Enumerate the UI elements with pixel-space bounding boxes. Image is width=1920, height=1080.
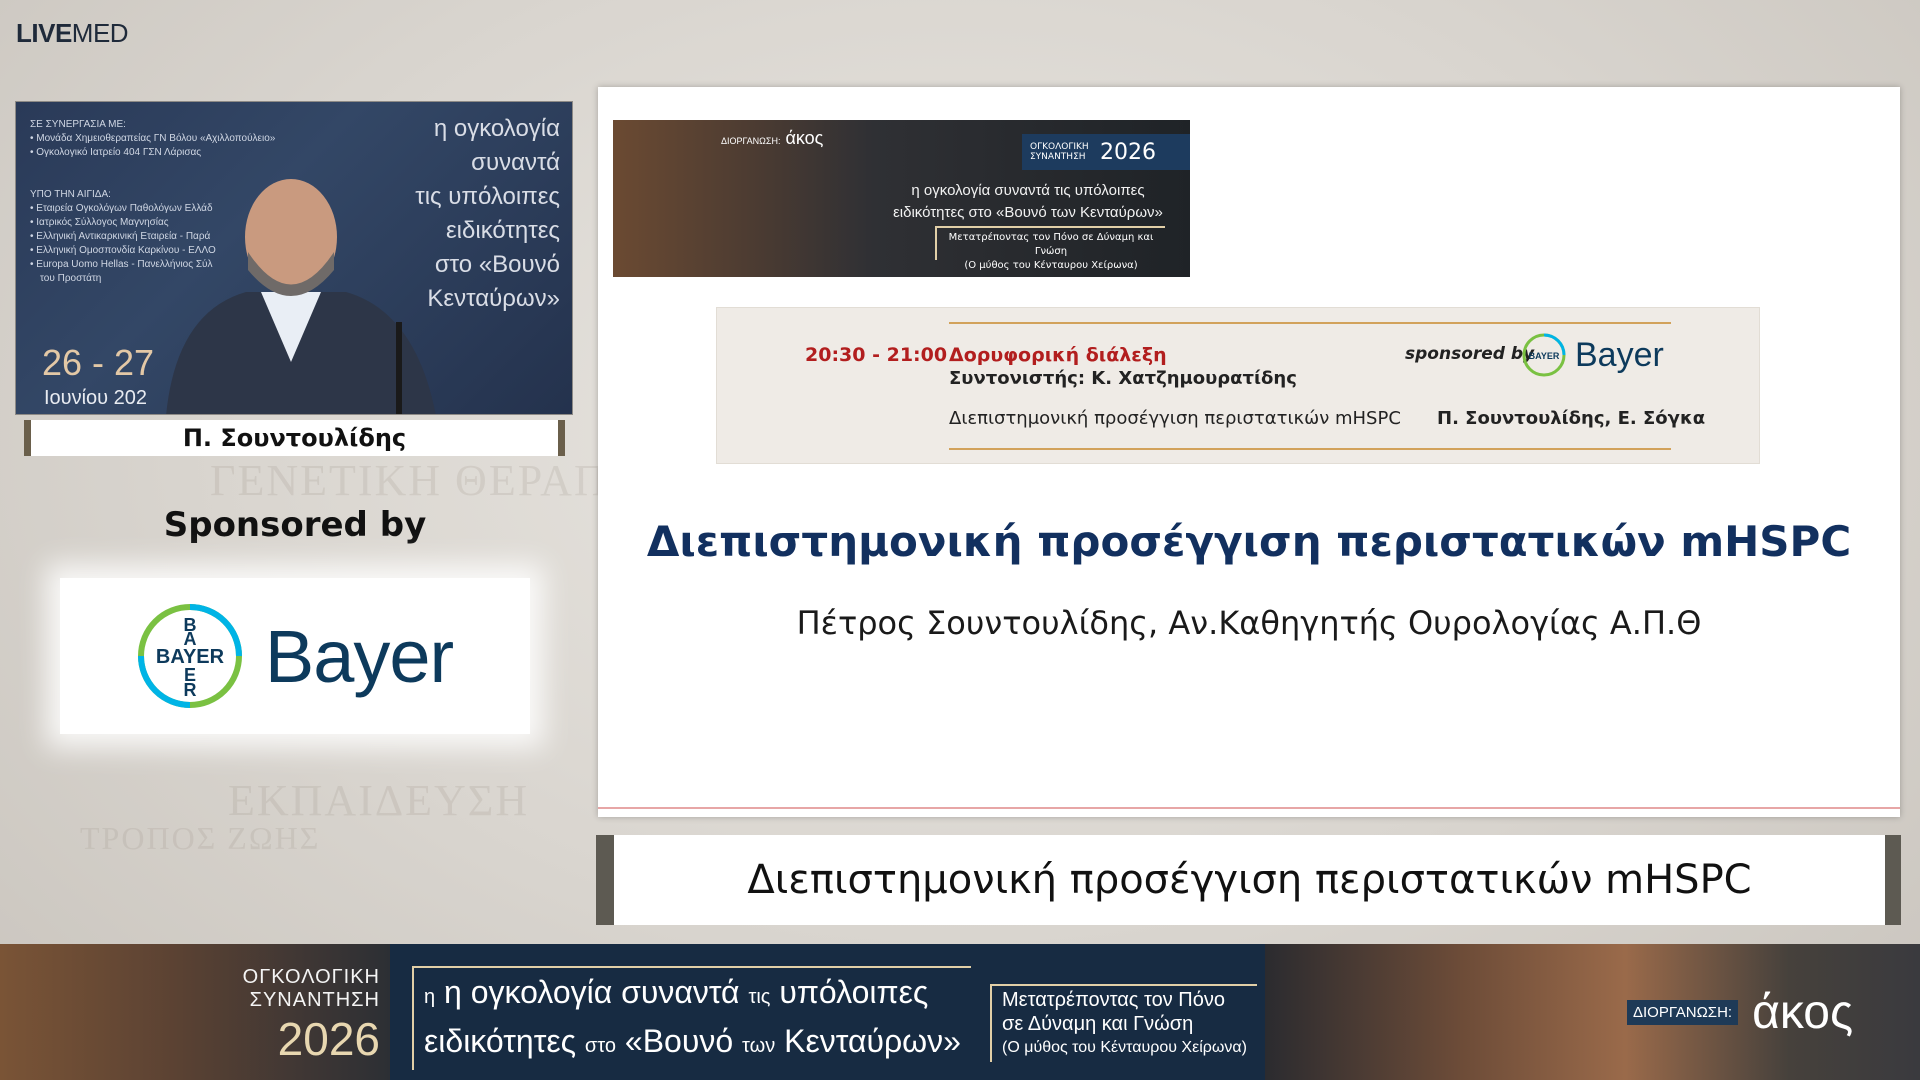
- session-coordinator: Συντονιστής: Κ. Χατζημουρατίδης: [949, 368, 1297, 389]
- meeting-year-box: ΟΓΚΟΛΟΓΙΚΗ ΣΥΝΑΝΤΗΣΗ 2026: [1022, 134, 1190, 170]
- background-word: ΕΚΠΑΙΔΕΥΣΗ: [228, 776, 530, 825]
- sponsor-logo-card: BAYER B A E R Bayer: [60, 578, 530, 734]
- speaker-video: ΣΕ ΣΥΝΕΡΓΑΣΙΑ ΜΕ: • Μονάδα Χημειοθεραπεί…: [15, 101, 573, 415]
- video-dates: 26 - 27: [42, 342, 155, 383]
- background-word: ΤΡΟΠΟΣ ΖΩΗΣ: [80, 820, 321, 856]
- akos-logo: άκος: [1752, 985, 1854, 1039]
- session-sponsor-logo: BAYER Bayer: [1521, 332, 1664, 378]
- banner-subtitle: Μετατρέποντας τον Πόνο σε Δύναμη και Γνώ…: [935, 226, 1165, 271]
- session-topic: Διεπιστημονική προσέγγιση περιστατικών m…: [949, 408, 1401, 429]
- organizer-logo: ΔΙΟΡΓΑΝΩΣΗ: άκος: [721, 128, 824, 148]
- speaker-figure: [166, 179, 436, 414]
- video-month: Ιουνίου 202: [44, 387, 148, 409]
- strip-meeting-title: ΟΓΚΟΛΟΓΙΚΗ ΣΥΝΑΝΤΗΣΗ 2026: [242, 966, 380, 1065]
- svg-text:R: R: [183, 680, 196, 700]
- slide-presenter: Πέτρος Σουντουλίδης, Αν.Καθηγητής Ουρολο…: [796, 604, 1702, 642]
- session-type: Δορυφορική διάλεξη: [949, 344, 1167, 366]
- livemed-logo: LIVEMED: [16, 18, 129, 48]
- sponsored-by-label: Sponsored by: [163, 505, 427, 545]
- lower-third-title: Διεπιστημονική προσέγγιση περιστατικών m…: [596, 835, 1901, 925]
- speaker-name: Π. Σουντουλίδης: [182, 424, 407, 452]
- presentation-slide: ΔΙΟΡΓΑΝΩΣΗ: άκος ΟΓΚΟΛΟΓΙΚΗ ΣΥΝΑΝΤΗΣΗ 20…: [598, 87, 1900, 817]
- speaker-name-bar: Π. Σουντουλίδης: [24, 420, 565, 456]
- video-tagline: η ογκολογία συναντά τις υπόλοιπες ειδικό…: [415, 115, 560, 312]
- bayer-wordmark: Bayer: [264, 614, 454, 698]
- session-sponsored-by: sponsored by: [1405, 344, 1535, 364]
- svg-text:A: A: [183, 629, 196, 649]
- event-strip: ΟΓΚΟΛΟΓΙΚΗ ΣΥΝΑΝΤΗΣΗ 2026 η η ογκολογία …: [0, 944, 1920, 1080]
- banner-tagline: η ογκολογία συναντά τις υπόλοιπες ειδικό…: [893, 182, 1163, 221]
- event-banner: ΔΙΟΡΓΑΝΩΣΗ: άκος ΟΓΚΟΛΟΓΙΚΗ ΣΥΝΑΝΤΗΣΗ 20…: [613, 120, 1190, 277]
- strip-tagline: η η ογκολογία συναντά τις υπόλοιπες ειδι…: [412, 966, 971, 1070]
- bayer-cross-icon: BAYER B A E R: [137, 604, 242, 708]
- slide-title: Διεπιστημονική προσέγγιση περιστατικών m…: [646, 517, 1852, 566]
- session-speakers: Π. Σουντουλίδης, Ε. Σόγκα: [1437, 408, 1706, 429]
- strip-organizer: ΔΙΟΡΓΑΝΩΣΗ: άκος: [1615, 944, 1920, 1080]
- svg-text:BAYER: BAYER: [1529, 351, 1560, 361]
- strip-subtitle: Μετατρέποντας τον Πόνο σε Δύναμη και Γνώ…: [990, 984, 1257, 1062]
- session-time: 20:30 - 21:00: [805, 344, 948, 366]
- schedule-box: 20:30 - 21:00 Δορυφορική διάλεξη Συντονι…: [716, 307, 1760, 464]
- bayer-cross-icon: BAYER: [1522, 333, 1566, 377]
